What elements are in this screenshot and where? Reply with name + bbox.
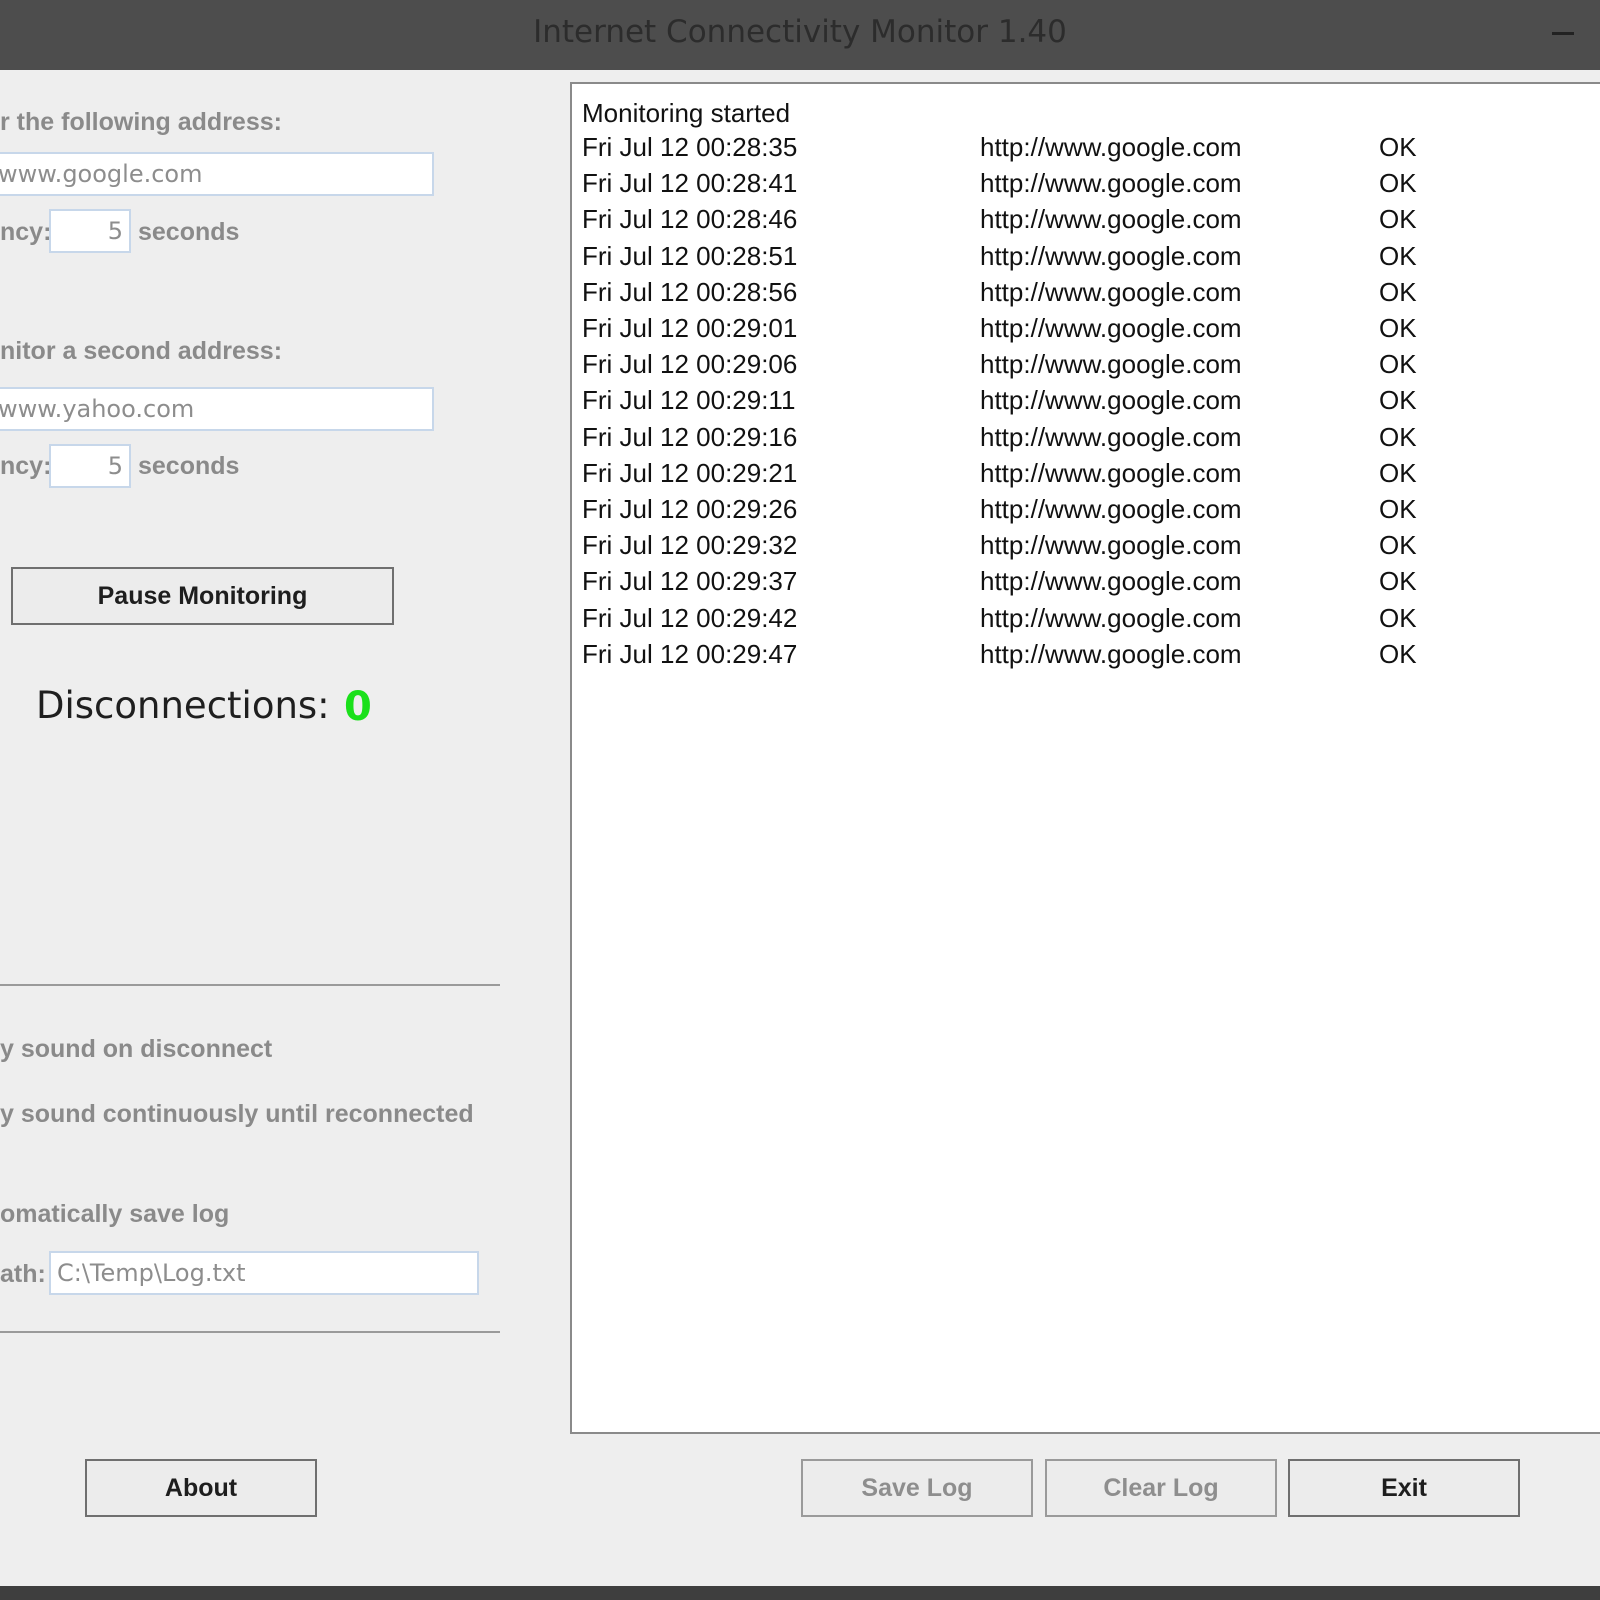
secondary-frequency-input[interactable]: 5 — [49, 444, 131, 488]
log-row: Fri Jul 12 00:29:47 http://www.google.com… — [572, 639, 1572, 675]
log-url: http://www.google.com — [980, 204, 1242, 235]
log-row: Fri Jul 12 00:29:01 http://www.google.com… — [572, 313, 1572, 349]
log-url: http://www.google.com — [980, 313, 1242, 343]
log-status: OK — [1379, 385, 1417, 416]
clear-log-button[interactable]: Clear Log — [1045, 1459, 1277, 1517]
pause-monitoring-button[interactable]: Pause Monitoring — [11, 567, 394, 625]
log-row: Fri Jul 12 00:28:41 http://www.google.com… — [572, 168, 1572, 204]
log-url: http://www.google.com — [980, 457, 1242, 488]
minimize-icon[interactable] — [1552, 32, 1574, 35]
log-time: Fri Jul 12 00:28:41 — [582, 168, 798, 199]
title-bar: Internet Connectivity Monitor 1.40 — [0, 0, 1600, 70]
log-status: OK — [1379, 494, 1417, 524]
log-time: Fri Jul 12 00:29:06 — [582, 349, 798, 380]
log-time: Fri Jul 12 00:28:56 — [582, 276, 798, 307]
log-row: Fri Jul 12 00:29:32 http://www.google.com… — [572, 530, 1572, 566]
primary-frequency-label: ncy: — [0, 218, 52, 246]
log-time: Fri Jul 12 00:29:26 — [582, 494, 798, 524]
log-time: Fri Jul 12 00:29:32 — [582, 530, 798, 561]
secondary-frequency-label: ncy: — [0, 452, 52, 480]
disconnections-label: Disconnections: — [36, 684, 330, 727]
log-url: http://www.google.com — [980, 602, 1242, 633]
window-title: Internet Connectivity Monitor 1.40 — [533, 14, 1067, 50]
save-log-button[interactable]: Save Log — [801, 1459, 1033, 1517]
log-status: OK — [1379, 530, 1417, 561]
log-row: Fri Jul 12 00:28:35 http://www.google.com… — [572, 132, 1572, 168]
log-status: OK — [1379, 240, 1417, 271]
primary-address-label: r the following address: — [0, 108, 282, 136]
log-url: http://www.google.com — [980, 638, 1242, 669]
log-row: Fri Jul 12 00:29:06 http://www.google.com… — [572, 349, 1572, 385]
log-time: Fri Jul 12 00:29:16 — [582, 421, 798, 452]
secondary-address-label: nitor a second address: — [0, 337, 283, 365]
log-row: Fri Jul 12 00:29:16 http://www.google.com… — [572, 422, 1572, 458]
disconnections-count: 0 — [344, 684, 372, 730]
log-path-label: ath: — [0, 1260, 46, 1288]
log-row: Fri Jul 12 00:28:46 http://www.google.com… — [572, 204, 1572, 240]
log-row: Fri Jul 12 00:29:37 http://www.google.com… — [572, 566, 1572, 602]
log-panel[interactable]: Monitoring started Fri Jul 12 00:28:35 ht… — [570, 82, 1600, 1434]
exit-button[interactable]: Exit — [1288, 1459, 1520, 1517]
about-button[interactable]: About — [85, 1459, 317, 1517]
primary-frequency-unit: seconds — [138, 218, 240, 246]
log-status: OK — [1379, 457, 1417, 488]
log-url: http://www.google.com — [980, 349, 1242, 380]
separator — [0, 1331, 500, 1333]
sound-on-disconnect-option[interactable]: y sound on disconnect — [0, 1035, 272, 1064]
primary-address-input[interactable]: www.google.com — [0, 152, 434, 196]
secondary-frequency-unit: seconds — [138, 452, 240, 480]
separator — [0, 984, 500, 986]
log-url: http://www.google.com — [980, 168, 1242, 199]
log-status: OK — [1379, 132, 1417, 162]
log-url: http://www.google.com — [980, 494, 1242, 524]
log-row: Fri Jul 12 00:29:26 http://www.google.com… — [572, 494, 1572, 530]
log-row: Fri Jul 12 00:29:42 http://www.google.com… — [572, 603, 1572, 639]
auto-save-log-option[interactable]: omatically save log — [0, 1200, 229, 1229]
log-time: Fri Jul 12 00:28:35 — [582, 132, 798, 162]
log-url: http://www.google.com — [980, 530, 1242, 561]
taskbar-strip — [0, 1586, 1600, 1600]
log-status: OK — [1379, 168, 1417, 199]
log-row: Fri Jul 12 00:28:56 http://www.google.com… — [572, 277, 1572, 313]
log-status: OK — [1379, 349, 1417, 380]
log-time: Fri Jul 12 00:29:11 — [582, 385, 796, 416]
log-status: OK — [1379, 276, 1417, 307]
log-status: OK — [1379, 421, 1417, 452]
log-status: OK — [1379, 313, 1417, 343]
log-row: Fri Jul 12 00:28:51 http://www.google.com… — [572, 241, 1572, 277]
log-path-input[interactable]: C:\Temp\Log.txt — [49, 1251, 479, 1295]
log-url: http://www.google.com — [980, 421, 1242, 452]
log-row: Fri Jul 12 00:29:21 http://www.google.com… — [572, 458, 1572, 494]
log-url: http://www.google.com — [980, 276, 1242, 307]
log-header: Monitoring started — [582, 98, 791, 128]
log-row: Fri Jul 12 00:29:11 http://www.google.com… — [572, 385, 1572, 421]
sound-continuous-option[interactable]: y sound continuously until reconnected — [0, 1100, 474, 1129]
log-time: Fri Jul 12 00:29:01 — [582, 313, 798, 343]
log-url: http://www.google.com — [980, 132, 1242, 162]
log-url: http://www.google.com — [980, 240, 1242, 271]
log-time: Fri Jul 12 00:29:47 — [582, 638, 798, 669]
log-status: OK — [1379, 638, 1417, 669]
log-url: http://www.google.com — [980, 566, 1242, 597]
log-status: OK — [1379, 204, 1417, 235]
log-time: Fri Jul 12 00:28:46 — [582, 204, 798, 235]
log-time: Fri Jul 12 00:29:37 — [582, 566, 798, 597]
log-time: Fri Jul 12 00:28:51 — [582, 240, 798, 271]
secondary-address-input[interactable]: www.yahoo.com — [0, 387, 434, 431]
log-time: Fri Jul 12 00:29:21 — [582, 457, 798, 488]
primary-frequency-input[interactable]: 5 — [49, 209, 131, 253]
log-time: Fri Jul 12 00:29:42 — [582, 602, 798, 633]
log-url: http://www.google.com — [980, 385, 1242, 416]
log-status: OK — [1379, 602, 1417, 633]
log-status: OK — [1379, 566, 1417, 597]
